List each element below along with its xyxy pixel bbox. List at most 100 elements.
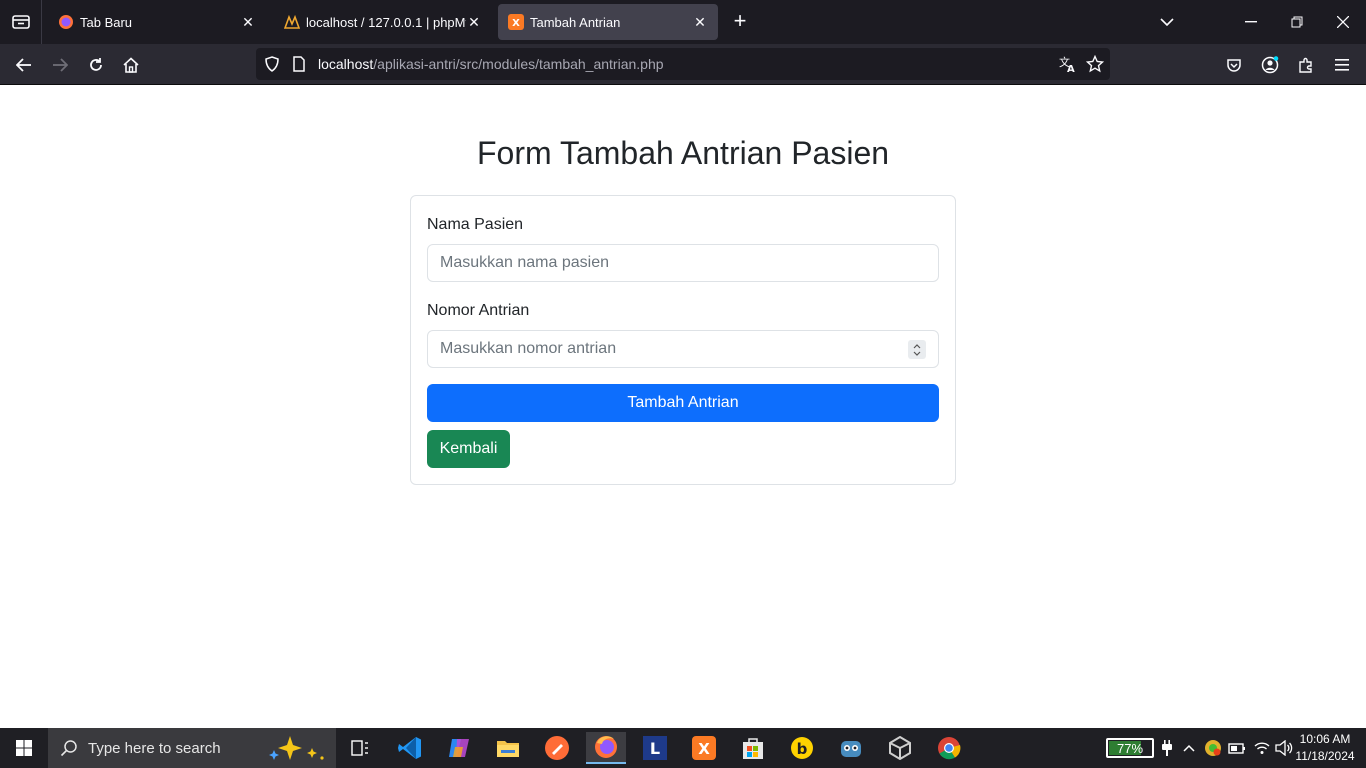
phpmyadmin-icon — [284, 14, 300, 29]
godot-taskbar-button[interactable] — [831, 732, 871, 764]
list-all-tabs-button[interactable] — [1144, 0, 1190, 44]
tab-list-button[interactable] — [0, 0, 42, 44]
microsoft-store-taskbar-button[interactable] — [733, 732, 773, 764]
tab-phpmyadmin[interactable]: localhost / 127.0.0.1 | phpMyAdmin ✕ — [274, 4, 492, 40]
home-icon — [123, 57, 139, 73]
task-view-button[interactable] — [340, 732, 380, 764]
reload-button[interactable] — [81, 50, 111, 80]
speaker-icon — [1275, 740, 1293, 756]
wifi-icon — [1254, 742, 1270, 754]
windows-logo-icon — [16, 740, 32, 756]
bookmark-star-icon[interactable] — [1086, 55, 1104, 73]
svg-text:X: X — [512, 18, 520, 29]
nomor-antrian-input[interactable]: Masukkan nomor antrian — [427, 330, 939, 368]
power-plug-tray[interactable] — [1158, 728, 1176, 768]
svg-text:X: X — [698, 740, 710, 758]
url-host: localhost — [318, 56, 374, 72]
hamburger-menu-icon — [1335, 59, 1349, 71]
postman-taskbar-button[interactable] — [537, 732, 577, 764]
network-tray-button[interactable] — [1253, 728, 1271, 768]
colorful-app-icon — [1205, 740, 1221, 756]
restore-button[interactable] — [1274, 0, 1320, 44]
tab-tab-baru[interactable]: Tab Baru ✕ — [48, 4, 266, 40]
account-button[interactable] — [1255, 50, 1285, 80]
search-placeholder: Type here to search — [88, 740, 221, 757]
close-tab-icon[interactable]: ✕ — [692, 14, 708, 30]
chevron-down-icon — [1160, 18, 1174, 26]
close-tab-icon[interactable]: ✕ — [466, 14, 482, 30]
svg-text:b: b — [797, 740, 808, 758]
copilot-sparkle-icon[interactable] — [264, 734, 326, 762]
copilot-taskbar-button[interactable] — [439, 732, 479, 764]
bing-icon: b — [791, 737, 813, 759]
tracking-protection-icon[interactable] — [264, 56, 280, 72]
windows-taskbar: Type here to search L X b 77% 10:06 AM 1… — [0, 728, 1366, 768]
number-stepper[interactable] — [908, 340, 926, 359]
unity-icon — [889, 736, 911, 760]
taskbar-search-box[interactable]: Type here to search — [48, 728, 336, 768]
firefox-icon — [595, 736, 617, 758]
nomor-antrian-placeholder: Masukkan nomor antrian — [440, 340, 617, 357]
vscode-taskbar-button[interactable] — [390, 732, 430, 764]
device-tray-button[interactable] — [1227, 728, 1247, 768]
volume-tray-button[interactable] — [1274, 728, 1294, 768]
start-button[interactable] — [0, 728, 48, 768]
plug-icon — [1162, 740, 1172, 756]
show-hidden-icons-button[interactable] — [1180, 728, 1198, 768]
battery-percentage: 77% — [1116, 741, 1144, 756]
puzzle-icon — [1299, 57, 1312, 73]
tambah-antrian-button[interactable]: Tambah Antrian — [427, 384, 939, 422]
clock-date: 11/18/2024 — [1295, 749, 1355, 763]
close-icon — [1337, 16, 1349, 28]
back-arrow-icon — [16, 58, 31, 72]
close-tab-icon[interactable]: ✕ — [240, 14, 256, 30]
address-bar[interactable]: localhost/aplikasi-antri/src/modules/tam… — [256, 48, 1110, 80]
firefox-taskbar-button[interactable] — [586, 732, 626, 764]
chrome-taskbar-button[interactable] — [929, 732, 969, 764]
url-text[interactable]: localhost/aplikasi-antri/src/modules/tam… — [318, 56, 664, 72]
form-card: Nama Pasien Masukkan nama pasien Nomor A… — [410, 195, 956, 485]
url-path: /aplikasi-antri/src/modules/tambah_antri… — [373, 56, 664, 72]
clock-time: 10:06 AM — [1299, 732, 1351, 746]
menu-button[interactable] — [1327, 50, 1357, 80]
back-button[interactable] — [9, 50, 39, 80]
app-tray-button[interactable] — [1203, 728, 1223, 768]
browser-tab-bar: Tab Baru ✕ localhost / 127.0.0.1 | phpMy… — [0, 0, 1366, 44]
close-window-button[interactable] — [1320, 0, 1366, 44]
kembali-button[interactable]: Kembali — [427, 430, 510, 468]
extensions-button[interactable] — [1291, 50, 1321, 80]
xampp-icon: X — [692, 736, 716, 760]
forward-arrow-icon — [53, 58, 68, 72]
laragon-icon: L — [643, 736, 667, 760]
battery-indicator[interactable]: 77% — [1106, 738, 1154, 758]
new-tab-button[interactable]: + — [728, 10, 752, 34]
svg-text:A: A — [1067, 64, 1075, 73]
bing-taskbar-button[interactable]: b — [782, 732, 822, 764]
xampp-taskbar-button[interactable]: X — [684, 732, 724, 764]
xampp-icon: X — [508, 14, 524, 30]
forward-button[interactable] — [45, 50, 75, 80]
godot-icon — [841, 741, 861, 757]
nomor-antrian-label: Nomor Antrian — [427, 302, 530, 319]
battery-saver-icon — [1228, 743, 1245, 754]
file-explorer-taskbar-button[interactable] — [488, 732, 528, 764]
chevron-up-icon[interactable] — [913, 343, 921, 349]
task-view-icon — [351, 740, 368, 756]
tab-title: Tambah Antrian — [530, 14, 621, 30]
tab-tambah-antrian[interactable]: X Tambah Antrian ✕ — [498, 4, 718, 40]
chevron-down-icon[interactable] — [913, 351, 921, 356]
minimize-button[interactable] — [1228, 0, 1274, 44]
minimize-icon — [1245, 21, 1257, 23]
unity-taskbar-button[interactable] — [880, 732, 920, 764]
system-clock[interactable]: 10:06 AM 11/18/2024 — [1292, 731, 1358, 765]
page-title: Form Tambah Antrian Pasien — [476, 135, 890, 171]
home-button[interactable] — [116, 50, 146, 80]
tab-title: localhost / 127.0.0.1 | phpMyAdmin — [306, 14, 466, 30]
laragon-taskbar-button[interactable]: L — [635, 732, 675, 764]
pocket-button[interactable] — [1219, 50, 1249, 80]
translate-icon[interactable]: 文A — [1058, 55, 1076, 73]
page-content: Form Tambah Antrian Pasien Nama Pasien M… — [0, 85, 1366, 728]
page-info-icon[interactable] — [292, 56, 306, 72]
chevron-up-icon — [1183, 744, 1195, 752]
nama-pasien-input[interactable]: Masukkan nama pasien — [427, 244, 939, 282]
